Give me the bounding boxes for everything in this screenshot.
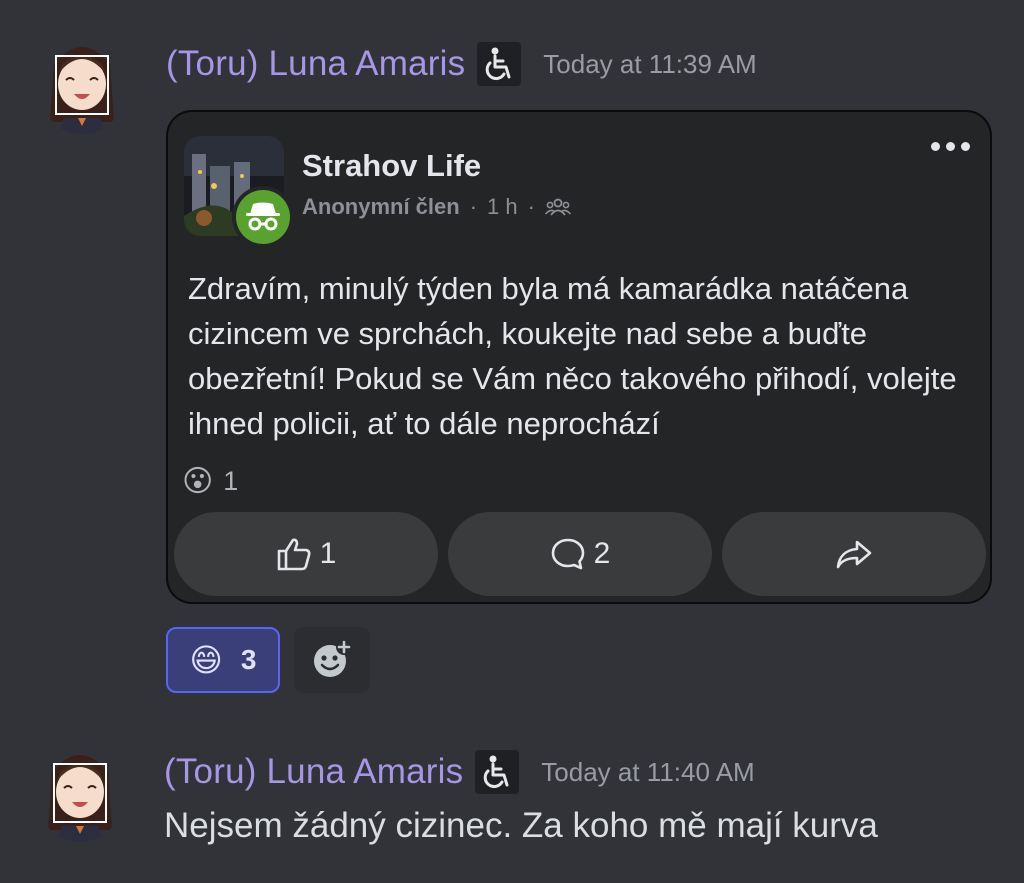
meta-separator: ·	[527, 194, 535, 219]
share-button[interactable]	[722, 512, 986, 596]
timestamp: Today at 11:39 AM	[543, 48, 757, 79]
comment-button[interactable]: 2	[448, 512, 712, 596]
comment-icon	[551, 538, 584, 570]
like-count: 1	[319, 537, 337, 570]
share-icon	[836, 540, 872, 569]
add-reaction-icon	[314, 639, 352, 677]
post-time[interactable]: 1 h	[487, 194, 518, 220]
post-meta: Anonymní člen · 1 h ·	[302, 194, 571, 220]
meta-separator: ·	[469, 194, 478, 219]
grin-emoji-icon: 😄	[189, 642, 223, 678]
anonymous-member-badge	[232, 186, 294, 248]
group-name[interactable]: Strahov Life	[302, 148, 481, 184]
message-header: (Toru) Luna Amaris Today at 11:40 AM	[164, 750, 755, 794]
message-header: (Toru) Luna Amaris Today at 11:39 AM	[166, 42, 757, 86]
thumbs-up-icon	[277, 538, 311, 571]
username[interactable]: (Toru) Luna Amaris	[166, 44, 465, 84]
like-button[interactable]: 1	[174, 512, 438, 596]
message-text: Nejsem žádný cizinec. Za koho mě mají ku…	[164, 806, 878, 845]
post-reaction-count: 1	[223, 466, 239, 496]
avatar[interactable]	[38, 742, 122, 842]
more-options-icon[interactable]	[931, 142, 970, 151]
wheelchair-icon[interactable]	[475, 750, 520, 794]
facebook-post-embed[interactable]: Strahov Life Anonymní člen · 1 h · Zdrav…	[166, 110, 992, 604]
reaction-count: 3	[240, 644, 257, 675]
group-icon	[544, 198, 571, 216]
add-reaction-button[interactable]	[294, 627, 370, 693]
message-reaction[interactable]: 😄 3	[166, 627, 280, 693]
comment-count: 2	[593, 537, 611, 570]
post-author[interactable]: Anonymní člen	[302, 194, 460, 220]
wow-reaction-icon: 😮	[182, 465, 214, 498]
post-text: Zdravím, minulý týden byla má kamarádka …	[188, 271, 957, 441]
avatar[interactable]	[40, 34, 124, 134]
username[interactable]: (Toru) Luna Amaris	[164, 752, 463, 792]
incognito-icon	[246, 202, 280, 231]
timestamp: Today at 11:40 AM	[541, 756, 755, 787]
post-reactions-summary[interactable]: 😮 1	[182, 464, 238, 499]
wheelchair-icon[interactable]	[477, 42, 522, 86]
